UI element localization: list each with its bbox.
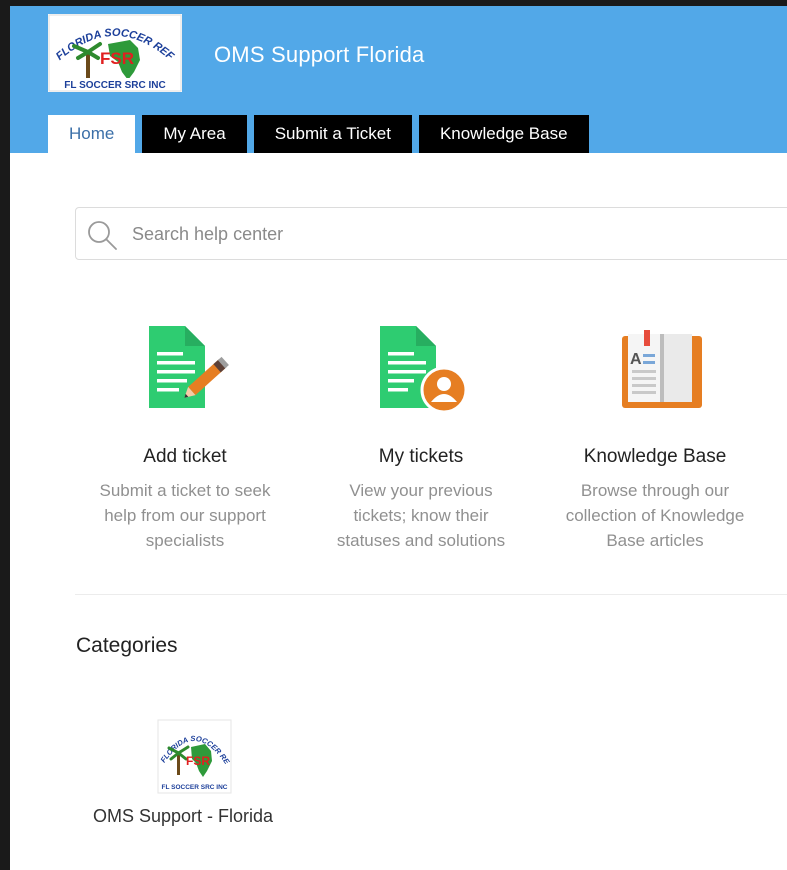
card-title-my-tickets: My tickets	[378, 446, 464, 467]
card-desc-add-ticket: Submit a ticket to seek help from our su…	[80, 478, 290, 553]
logo-bottom-text: FL SOCCER SRC INC	[162, 784, 228, 791]
card-desc-line: statuses and solutions	[336, 531, 506, 550]
portal-logo[interactable]: FLORIDA SOCCER REFEREES FSR FL SOCCER SR…	[44, 6, 182, 92]
card-desc-line: collection of Knowledge	[565, 506, 745, 525]
book-icon: A	[622, 328, 702, 408]
logo-mark: FSR	[100, 49, 134, 68]
card-desc-my-tickets: View your previous tickets; know their s…	[316, 478, 526, 553]
portal-title: OMS Support Florida	[214, 42, 425, 67]
tab-submit-ticket[interactable]: Submit a Ticket	[253, 115, 412, 153]
search-icon	[88, 221, 117, 250]
tab-knowledge-base[interactable]: Knowledge Base	[418, 115, 589, 153]
card-title-add-ticket: Add ticket	[143, 446, 227, 467]
card-desc-line: View your previous	[349, 481, 493, 500]
add-ticket-icon	[149, 326, 229, 408]
card-desc-line: Browse through our	[580, 481, 730, 500]
categories-title: Categories	[76, 634, 178, 657]
category-logo[interactable]: FLORIDA SOCCER REFEREES FSR FL SOCCER SR…	[154, 712, 232, 794]
category-label[interactable]: OMS Support - Florida	[93, 806, 273, 827]
tab-my-area[interactable]: My Area	[142, 115, 247, 153]
helpdesk-page: FLORIDA SOCCER REFEREES FSR FL SOCCER SR…	[10, 6, 787, 870]
logo-bottom-text: FL SOCCER SRC INC	[64, 80, 166, 91]
nav-tabs: Home My Area Submit a Ticket Knowledge B…	[48, 115, 589, 153]
svg-text:A: A	[630, 351, 642, 368]
header-bar: FLORIDA SOCCER REFEREES FSR FL SOCCER SR…	[10, 6, 787, 153]
logo-mark: FSR	[186, 754, 210, 768]
card-desc-line: tickets; know their	[353, 506, 489, 525]
search-input[interactable]	[132, 218, 772, 250]
card-desc-line: help from our support	[104, 506, 266, 525]
tab-home[interactable]: Home	[48, 115, 136, 153]
my-tickets-icon	[380, 326, 468, 414]
card-title-knowledge-base: Knowledge Base	[583, 446, 727, 467]
search-box[interactable]	[75, 207, 787, 260]
card-desc-line: Base articles	[606, 531, 704, 550]
card-desc-line: Submit a ticket to seek	[99, 481, 271, 500]
card-desc-knowledge-base: Browse through our collection of Knowled…	[550, 478, 760, 553]
section-divider	[75, 594, 787, 595]
fsr-logo-icon: FLORIDA SOCCER REFEREES FSR FL SOCCER SR…	[44, 6, 182, 92]
card-desc-line: specialists	[145, 531, 225, 550]
fsr-logo-icon: FLORIDA SOCCER REFEREES FSR FL SOCCER SR…	[154, 712, 232, 794]
